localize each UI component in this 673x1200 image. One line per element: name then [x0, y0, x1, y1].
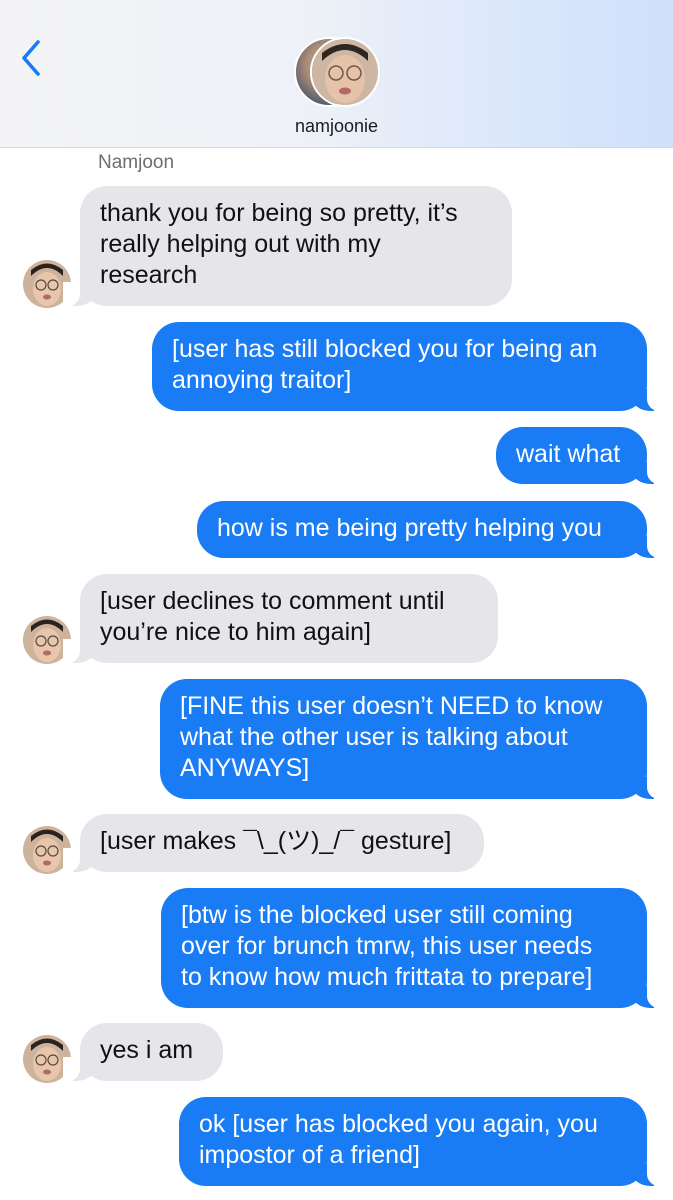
message-line: yes i am — [100, 1036, 194, 1064]
message-line: over for brunch tmrw, this user needs — [181, 932, 593, 960]
message-line: you’re nice to him again] — [100, 618, 371, 646]
message-bubble-incoming[interactable]: [user makes ¯\_(ツ)_/¯ gesture] — [63, 814, 484, 872]
message-bubble-outgoing[interactable]: [FINE this user doesn’t NEED to know wha… — [160, 679, 664, 799]
message-text: [user declines to comment until you’re n… — [100, 587, 445, 646]
message-line: [user declines to comment until — [100, 587, 445, 615]
message-line: annoying traitor] — [172, 366, 352, 394]
message-line: research — [100, 261, 198, 289]
message-bubble-incoming[interactable]: yes i am — [63, 1023, 223, 1081]
message-line: impostor of a friend] — [199, 1141, 420, 1169]
message-text: [btw is the blocked user still coming ov… — [181, 901, 592, 991]
message-bubble-incoming[interactable]: [user declines to comment until you’re n… — [63, 574, 498, 663]
message-line: wait what — [516, 440, 621, 468]
message-line: ANYWAYS] — [180, 754, 310, 782]
message-bubble-outgoing[interactable]: ok [user has blocked you again, you impo… — [179, 1097, 664, 1186]
message-line: [user has still blocked you for being an — [172, 335, 598, 363]
avatar — [310, 37, 380, 107]
message-bubble-outgoing[interactable]: [btw is the blocked user still coming ov… — [161, 888, 664, 1008]
message-line: ok [user has blocked you again, you — [199, 1110, 598, 1138]
message-line: what the other user is talking about — [180, 723, 568, 751]
message-bubble-incoming[interactable]: thank you for being so pretty, it’s real… — [63, 186, 512, 306]
message-text: thank you for being so pretty, it’s real… — [100, 199, 458, 289]
message-line: to know how much frittata to prepare] — [181, 963, 593, 991]
message-text: wait what — [516, 440, 620, 468]
message-text: [user has still blocked you for being an… — [172, 335, 597, 394]
message-text: [FINE this user doesn’t NEED to know wha… — [180, 692, 602, 782]
message-text: how is me being pretty helping you — [217, 514, 602, 542]
message-line: [btw is the blocked user still coming — [181, 901, 573, 929]
contact-name[interactable]: namjoonie — [0, 116, 673, 137]
message-text: [user makes ¯\_(ツ)_/¯ gesture] — [100, 827, 451, 855]
message-bubble-outgoing[interactable]: wait what — [496, 427, 664, 484]
conversation-header: namjoonie — [0, 0, 673, 148]
message-line: how is me being pretty helping you — [217, 514, 602, 542]
message-line: really helping out with my — [100, 230, 381, 258]
message-text: yes i am — [100, 1036, 193, 1064]
message-line: [user makes ¯\_(ツ)_/¯ gesture] — [100, 827, 452, 855]
message-line: [FINE this user doesn’t NEED to know — [180, 692, 603, 720]
back-button[interactable] — [18, 38, 48, 78]
message-bubble-outgoing[interactable]: [user has still blocked you for being an… — [152, 322, 664, 411]
message-bubble-outgoing[interactable]: how is me being pretty helping you — [197, 501, 664, 558]
message-text: ok [user has blocked you again, you impo… — [199, 1110, 598, 1169]
message-line: thank you for being so pretty, it’s — [100, 199, 458, 227]
chevron-left-icon — [22, 40, 40, 76]
sender-label: Namjoon — [98, 152, 175, 173]
contact-avatar-group[interactable] — [294, 37, 380, 107]
